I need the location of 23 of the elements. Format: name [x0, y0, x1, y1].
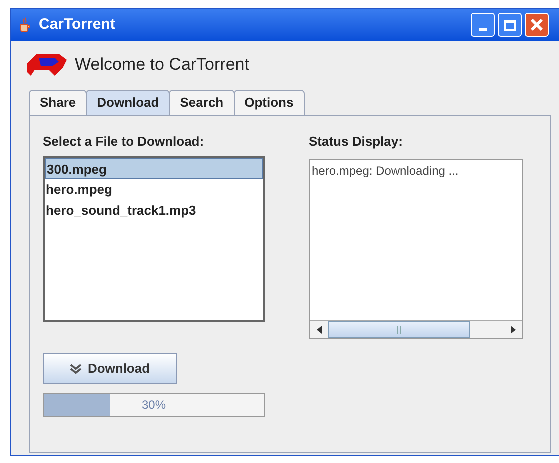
welcome-heading: Welcome to CarTorrent: [75, 54, 250, 76]
horizontal-scrollbar[interactable]: [310, 320, 522, 338]
file-list-item[interactable]: hero.mpeg: [45, 179, 263, 200]
status-line: hero.mpeg: Downloading ...: [312, 163, 460, 180]
tab[interactable]: Share: [29, 90, 88, 115]
double-chevron-down-icon: [70, 364, 82, 374]
right-arrow-icon[interactable]: [510, 326, 516, 334]
close-icon: [530, 18, 544, 32]
maximize-button[interactable]: [498, 13, 522, 37]
tab[interactable]: Download: [86, 90, 170, 115]
left-arrow-icon[interactable]: [316, 326, 322, 334]
coffee-cup-icon: [19, 17, 31, 33]
tab[interactable]: Search: [169, 90, 235, 115]
progress-reading: 30%: [140, 397, 168, 414]
minimize-button[interactable]: [471, 13, 495, 37]
file-list-item[interactable]: 300.mpeg: [45, 158, 263, 179]
download-button[interactable]: Download: [43, 353, 177, 384]
window-title: CarTorrent: [39, 14, 116, 35]
status-label: Status Display:: [309, 133, 404, 151]
file-list-label: Select a File to Download:: [43, 133, 206, 151]
file-list-item[interactable]: hero_sound_track1.mp3: [45, 200, 263, 221]
close-button[interactable]: [525, 13, 549, 37]
tab[interactable]: Options: [234, 90, 305, 115]
